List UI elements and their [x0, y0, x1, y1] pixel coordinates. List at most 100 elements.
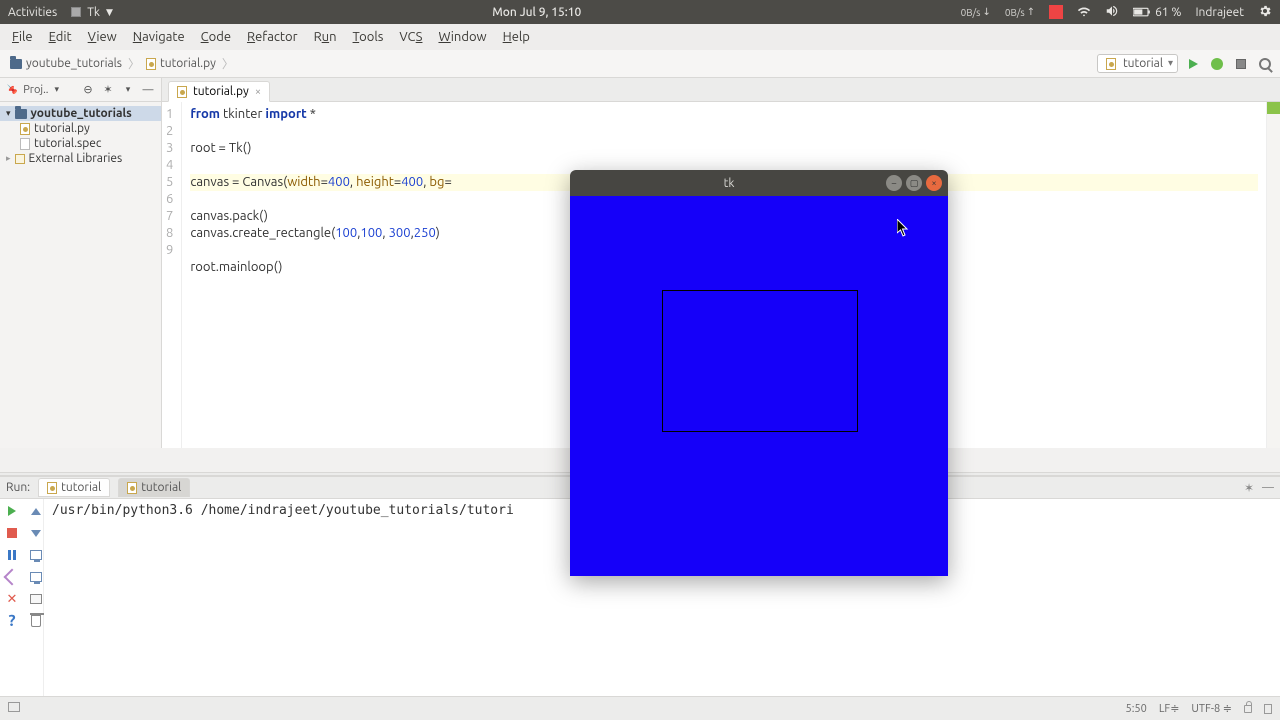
- menu-refactor[interactable]: Refactor: [241, 28, 304, 46]
- memory-indicator[interactable]: [1264, 703, 1272, 715]
- file-icon: [20, 138, 30, 150]
- go-up-button[interactable]: [28, 503, 44, 519]
- user-menu[interactable]: Indrajeet: [1195, 6, 1244, 19]
- canvas-rectangle: [662, 290, 858, 432]
- tool-windows-button[interactable]: [8, 702, 30, 715]
- project-pane-header: 📌 Proj.. ▾ ⊖ ✶ ▾ —: [0, 78, 161, 102]
- chevron-down-icon[interactable]: ▾: [121, 83, 135, 97]
- go-down-button[interactable]: [28, 525, 44, 541]
- folder-icon: [15, 109, 27, 119]
- python-file-icon: [47, 482, 57, 494]
- print-button[interactable]: [28, 591, 44, 607]
- play-icon: [8, 506, 16, 516]
- net-up-indicator: 0B/s↑: [1005, 6, 1035, 18]
- breadcrumb-file[interactable]: tutorial.py: [142, 55, 220, 72]
- battery-indicator[interactable]: 61 %: [1133, 6, 1181, 19]
- tree-file-node[interactable]: tutorial.py: [0, 121, 161, 136]
- project-tree[interactable]: ▾ youtube_tutorials tutorial.py tutorial…: [0, 102, 161, 170]
- ide-breadcrumb-bar: youtube_tutorials 〉 tutorial.py 〉 tutori…: [0, 50, 1280, 78]
- wand-button[interactable]: [4, 569, 20, 585]
- tkinter-canvas[interactable]: [570, 196, 948, 576]
- volume-icon[interactable]: [1105, 4, 1119, 21]
- tree-root-node[interactable]: ▾ youtube_tutorials: [0, 106, 161, 121]
- clock[interactable]: Mon Jul 9, 15:10: [113, 6, 961, 19]
- project-tool-window: 📌 Proj.. ▾ ⊖ ✶ ▾ — ▾ youtube_tutorials t…: [0, 78, 162, 448]
- toggle-soft-wrap-button[interactable]: [28, 547, 44, 563]
- breadcrumb-project[interactable]: youtube_tutorials: [6, 55, 126, 72]
- active-app-name: Tk: [87, 6, 100, 19]
- menu-edit[interactable]: Edit: [43, 28, 78, 46]
- minimize-button[interactable]: –: [886, 175, 902, 191]
- wifi-icon[interactable]: [1077, 4, 1091, 21]
- menu-vcs[interactable]: VCS: [393, 28, 428, 46]
- file-encoding[interactable]: UTF-8 ≑: [1191, 702, 1232, 715]
- help-button[interactable]: ?: [4, 613, 20, 629]
- menu-view[interactable]: View: [82, 28, 123, 46]
- tree-file-node[interactable]: tutorial.spec: [0, 136, 161, 151]
- expand-arrow-icon[interactable]: ▾: [6, 108, 11, 119]
- ide-menu-bar: File Edit View Navigate Code Refactor Ru…: [0, 24, 1280, 50]
- close-tab-icon[interactable]: ×: [255, 86, 261, 98]
- tkinter-app-window[interactable]: tk – ▢ ×: [570, 170, 948, 576]
- editor-error-stripe[interactable]: [1266, 102, 1280, 448]
- close-button[interactable]: ✕: [4, 591, 20, 607]
- arrow-down-icon: ↓: [982, 6, 990, 18]
- caret-position[interactable]: 5:50: [1125, 703, 1146, 715]
- menu-tools[interactable]: Tools: [347, 28, 390, 46]
- maximize-button[interactable]: ▢: [906, 175, 922, 191]
- close-button[interactable]: ×: [926, 175, 942, 191]
- collapse-all-icon[interactable]: ⊖: [81, 83, 95, 97]
- project-pane-title: Proj..: [23, 84, 48, 96]
- python-file-icon: [127, 482, 137, 494]
- menu-navigate[interactable]: Navigate: [127, 28, 191, 46]
- activities-button[interactable]: Activities: [8, 6, 57, 19]
- rerun-button[interactable]: [4, 503, 20, 519]
- chevron-down-icon[interactable]: ▾: [54, 84, 59, 95]
- recording-indicator-icon[interactable]: [1049, 5, 1063, 19]
- layout-icon: [8, 702, 20, 712]
- breadcrumb-separator: 〉: [220, 55, 236, 72]
- expand-arrow-icon[interactable]: ▸: [6, 153, 11, 164]
- search-everywhere-button[interactable]: [1256, 55, 1274, 73]
- run-config-selector[interactable]: tutorial: [1097, 54, 1178, 73]
- readonly-toggle[interactable]: [1244, 703, 1252, 715]
- hide-icon[interactable]: —: [141, 83, 155, 97]
- run-label: Run:: [6, 481, 30, 494]
- gear-icon[interactable]: ✶: [1244, 481, 1254, 495]
- clear-all-button[interactable]: [28, 613, 44, 629]
- tree-external-libs[interactable]: ▸ External Libraries: [0, 151, 161, 166]
- stop-button[interactable]: [1232, 55, 1250, 73]
- os-top-panel: Activities Tk ▼ Mon Jul 9, 15:10 0B/s↓ 0…: [0, 0, 1280, 24]
- run-button[interactable]: [1184, 55, 1202, 73]
- editor-tab[interactable]: tutorial.py ×: [168, 81, 270, 102]
- menu-help[interactable]: Help: [497, 28, 536, 46]
- menu-run[interactable]: Run: [308, 28, 343, 46]
- menu-window[interactable]: Window: [432, 28, 492, 46]
- monitor-icon: [30, 572, 42, 582]
- help-icon: ?: [8, 612, 15, 630]
- line-separator[interactable]: LF≑: [1159, 702, 1180, 715]
- menu-code[interactable]: Code: [195, 28, 237, 46]
- analysis-ok-marker: [1267, 102, 1280, 114]
- debug-button[interactable]: [1208, 55, 1226, 73]
- bug-icon: [1211, 58, 1223, 70]
- hide-icon[interactable]: —: [1262, 481, 1274, 494]
- close-icon: ✕: [7, 592, 18, 607]
- search-icon: [1259, 58, 1271, 70]
- pin-icon[interactable]: 📌: [6, 84, 17, 95]
- scroll-to-end-button[interactable]: [28, 569, 44, 585]
- trash-icon: [31, 615, 41, 627]
- run-session-tab-active[interactable]: tutorial: [118, 478, 190, 497]
- run-control-toolbar: ✕ ?: [0, 499, 44, 696]
- pause-icon: [8, 550, 16, 560]
- pause-button[interactable]: [4, 547, 20, 563]
- active-app-indicator[interactable]: Tk ▼: [71, 6, 113, 19]
- gear-icon[interactable]: [1258, 4, 1272, 21]
- stop-button[interactable]: [4, 525, 20, 541]
- memory-icon: [1264, 704, 1272, 714]
- tkinter-title-bar[interactable]: tk – ▢ ×: [570, 170, 948, 196]
- gear-icon[interactable]: ✶: [101, 83, 115, 97]
- menu-file[interactable]: File: [6, 28, 39, 46]
- run-session-tab[interactable]: tutorial: [38, 478, 110, 497]
- line-number-gutter: 1 2 3 4 5 6 7 8 9: [162, 102, 182, 448]
